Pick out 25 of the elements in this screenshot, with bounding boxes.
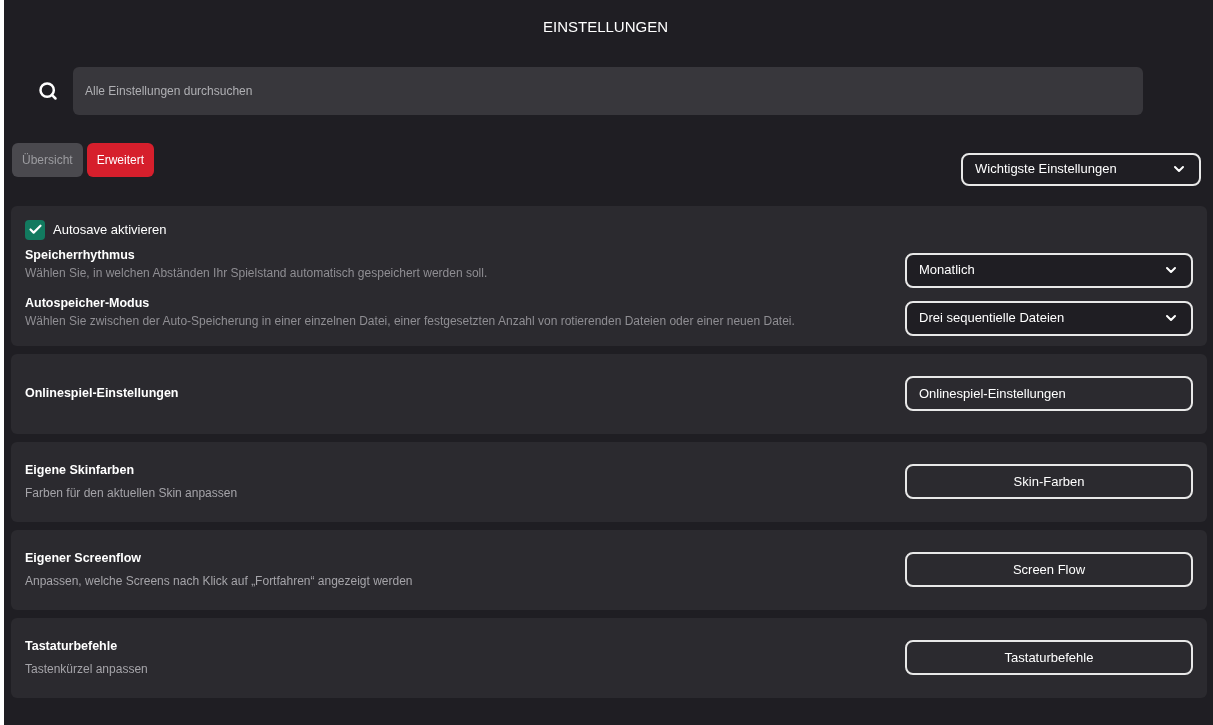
settings-button[interactable]: Skin-Farben [905, 464, 1193, 499]
setting-title: Eigener Screenflow [25, 550, 142, 568]
setting-description: Tastenkürzel anpassen [25, 660, 148, 678]
settings-button[interactable]: Tastaturbefehle [905, 640, 1193, 675]
search-icon [38, 80, 58, 101]
setting-title: Eigene Skinfarben [25, 462, 136, 480]
checkbox-label: Autosave aktivieren [53, 220, 167, 239]
setting-title: Tastaturbefehle [25, 638, 119, 656]
tab[interactable]: Erweitert [86, 142, 155, 177]
checkbox[interactable] [25, 219, 45, 240]
dropdown[interactable]: Wichtigste Einstellungen [961, 152, 1201, 186]
setting-title: Onlinespiel-Einstellungen [25, 385, 179, 403]
checkmark-icon [27, 222, 43, 237]
setting-description: Anpassen, welche Screens nach Klick auf „Fortfahren“ angezeigt werden [25, 572, 413, 590]
dropdown[interactable]: Monatlich [905, 252, 1193, 288]
setting-title: Autospeicher-Modus [25, 294, 151, 312]
setting-description: Wählen Sie, in welchen Abständen Ihr Spielstand automatisch gespeichert werden soll. [25, 264, 489, 282]
setting-description: Wählen Sie zwischen der Auto-Speicherung in einer einzelnen Datei, einer festgesetzten Anzahl von rotierenden Dateien oder einer neuen Datei. [25, 312, 796, 330]
setting-title: Speicherrhythmus [25, 246, 136, 264]
dropdown[interactable]: Drei sequentielle Dateien [905, 300, 1193, 336]
search-field[interactable]: Alle Einstellungen durchsuchen [73, 66, 1143, 115]
setting-description: Farben für den aktuellen Skin anpassen [25, 484, 238, 502]
page-title: EINSTELLUNGEN [542, 17, 668, 37]
settings-button[interactable]: Screen Flow [905, 552, 1193, 587]
settings-button[interactable]: Onlinespiel-Einstellungen [905, 376, 1193, 411]
